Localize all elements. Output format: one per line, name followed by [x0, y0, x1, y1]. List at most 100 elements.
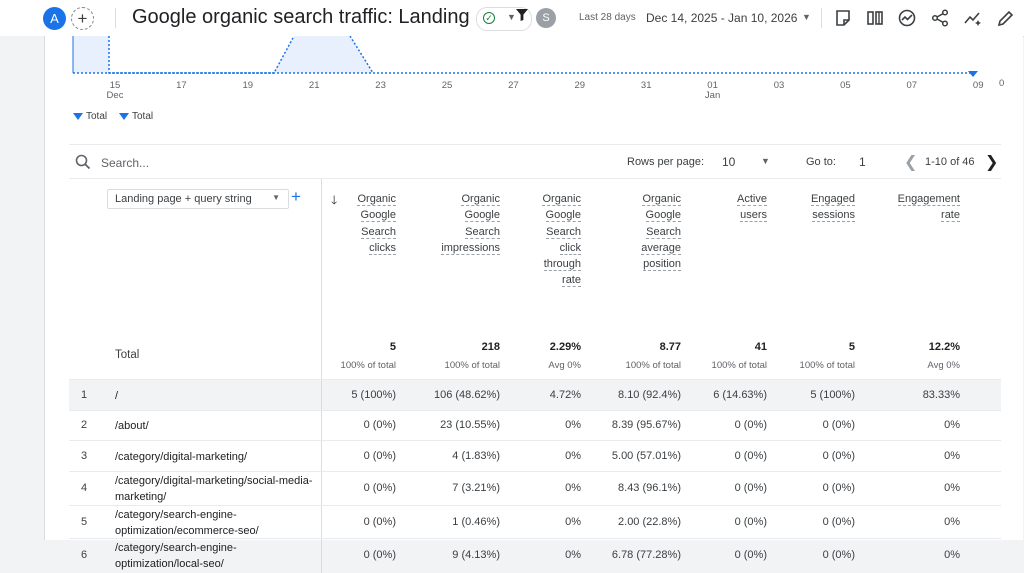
total-value: 5: [389, 341, 396, 353]
chevron-right-icon[interactable]: ❯: [985, 152, 998, 172]
user-avatar[interactable]: S: [536, 8, 556, 28]
metric-cell: 5.00 (57.01%): [611, 449, 681, 462]
metric-cell: 0%: [565, 449, 581, 462]
table-row[interactable]: 5/category/search-engine-optimization/ec…: [69, 505, 1001, 539]
x-tick-label: 19: [243, 80, 254, 91]
row-index: 4: [81, 482, 88, 494]
metric-cell: 83.33%: [922, 388, 960, 401]
column-header[interactable]: Organic Google Search click through rate: [542, 191, 581, 289]
table-row[interactable]: 2/about/0 (0%) 23 (10.55%) 0% 8.39 (95.67%)…: [69, 410, 1001, 441]
metric-cell: 5 (100%): [351, 388, 396, 401]
total-subtext: Avg 0%: [548, 360, 581, 371]
landing-page-link[interactable]: /about/: [115, 418, 315, 434]
metric-cell: 0 (0%): [363, 449, 396, 462]
chevron-left-icon[interactable]: ❮: [904, 152, 917, 172]
legend-label: Total: [86, 111, 108, 122]
metric-cell: 0 (0%): [822, 549, 855, 561]
column-header-text: Organic: [461, 193, 500, 206]
table-row[interactable]: 3/category/digital-marketing/0 (0%) 4 (1.…: [69, 440, 1001, 472]
column-header[interactable]: Engaged sessions: [810, 191, 855, 224]
landing-page-link[interactable]: /category/search-engine-optimization/eco…: [115, 507, 315, 539]
dimension-dropdown[interactable]: Landing page + query string ▼: [107, 189, 289, 209]
metric-cell: 0 (0%): [363, 482, 396, 494]
column-header-text: Google: [545, 209, 581, 223]
legend-marker-icon: [73, 112, 83, 120]
metric-cell: 5 (100%): [810, 388, 855, 401]
metric-cell: 106 (48.62%): [433, 388, 500, 401]
metric-cell: 4 (1.83%): [452, 449, 500, 462]
column-header-text: users: [740, 209, 767, 223]
table-row[interactable]: 6/category/search-engine-optimization/lo…: [69, 538, 1001, 573]
add-dimension-button[interactable]: +: [291, 188, 301, 205]
column-header-text: Organic: [357, 193, 396, 206]
column-header[interactable]: Engagement rate: [897, 191, 960, 224]
column-header-text: click: [559, 241, 581, 255]
column-header-text: rate: [941, 209, 960, 223]
legend-item[interactable]: Total: [119, 111, 153, 122]
column-header[interactable]: Active users: [737, 191, 767, 224]
metric-cell: 0%: [944, 482, 960, 494]
chart-end-marker: [968, 71, 978, 77]
landing-page-link[interactable]: /: [115, 388, 315, 404]
column-header-text: Google: [464, 209, 500, 223]
column-divider: [321, 441, 322, 472]
table-row[interactable]: 1 / 5 (100%) 106 (48.62%) 4.72% 8.10 (92.4%) 6…: [69, 379, 1001, 411]
column-divider: [321, 539, 322, 573]
column-header-text: Engagement: [897, 193, 960, 206]
x-tick-label: 09: [973, 80, 984, 91]
total-value: 5: [848, 341, 855, 353]
landing-page-link[interactable]: /category/digital-marketing/social-media…: [115, 473, 315, 505]
sort-descending-icon[interactable]: 🡓: [331, 191, 337, 212]
column-header-text: Search: [465, 225, 500, 239]
x-tick-month-label: Jan: [705, 90, 720, 101]
chevron-down-icon[interactable]: ▼: [761, 156, 770, 166]
metric-cell: 1 (0.46%): [452, 515, 500, 528]
search-input[interactable]: [99, 153, 283, 173]
x-tick-label: 25: [442, 80, 453, 91]
column-header[interactable]: Organic Google Search impressions: [441, 191, 500, 256]
metric-cell: 0 (0%): [822, 449, 855, 462]
landing-page-link[interactable]: /category/digital-marketing/: [115, 449, 315, 465]
goto-page-input[interactable]: 1: [859, 155, 866, 169]
metric-cell: 8.39 (95.67%): [611, 419, 681, 431]
landing-page-link[interactable]: /category/search-engine-optimization/loc…: [115, 540, 315, 572]
metric-cell: 0%: [944, 449, 960, 462]
metric-cell: 0 (0%): [734, 482, 767, 494]
comparison-avatar[interactable]: A: [43, 7, 66, 30]
x-tick-label: 17: [176, 80, 187, 91]
total-subtext: 100% of total: [799, 360, 855, 371]
column-header-text: sessions: [812, 209, 855, 223]
insights-icon[interactable]: [897, 8, 917, 28]
rows-per-page-select[interactable]: 10: [722, 155, 735, 169]
left-gutter: [0, 36, 44, 540]
metric-cell: 0 (0%): [822, 482, 855, 494]
total-subtext: 100% of total: [444, 360, 500, 371]
metric-cell: 0%: [944, 419, 960, 431]
legend-marker-icon: [119, 112, 129, 120]
column-header[interactable]: Organic Google Search average position: [641, 191, 681, 272]
pencil-icon[interactable]: [996, 8, 1016, 28]
x-tick-label: 23: [375, 80, 386, 91]
date-range-picker[interactable]: Dec 14, 2025 - Jan 10, 2026: [646, 11, 797, 25]
total-value: 218: [481, 341, 500, 353]
dimension-label: Landing page + query string: [115, 193, 252, 205]
chart-area-fill: [73, 36, 109, 73]
table-toolbar: Rows per page: 10 ▼ Go to: 1 ❮ 1-10 of 4…: [69, 144, 1001, 179]
table-row[interactable]: 4/category/digital-marketing/social-medi…: [69, 471, 1001, 506]
trend-sparkle-icon[interactable]: [963, 8, 983, 28]
metric-cell: 0 (0%): [363, 419, 396, 431]
legend-item[interactable]: Total: [73, 111, 107, 122]
goto-label: Go to:: [806, 156, 836, 168]
metric-cell: 6 (14.63%): [713, 388, 767, 401]
column-header[interactable]: Organic Google Search clicks: [357, 191, 396, 256]
compare-columns-icon[interactable]: [865, 8, 885, 28]
column-header-text: Search: [361, 225, 396, 239]
edit-note-icon[interactable]: [833, 8, 853, 28]
data-table: Landing page + query string ▼ + 🡓 Organi…: [69, 178, 1001, 573]
metric-cell: 8.43 (96.1%): [618, 482, 681, 494]
add-comparison-button[interactable]: +: [71, 7, 94, 30]
chevron-down-icon[interactable]: ▼: [802, 12, 811, 22]
share-icon[interactable]: [930, 8, 950, 28]
total-subtext: 100% of total: [711, 360, 767, 371]
filter-icon[interactable]: [515, 8, 529, 22]
